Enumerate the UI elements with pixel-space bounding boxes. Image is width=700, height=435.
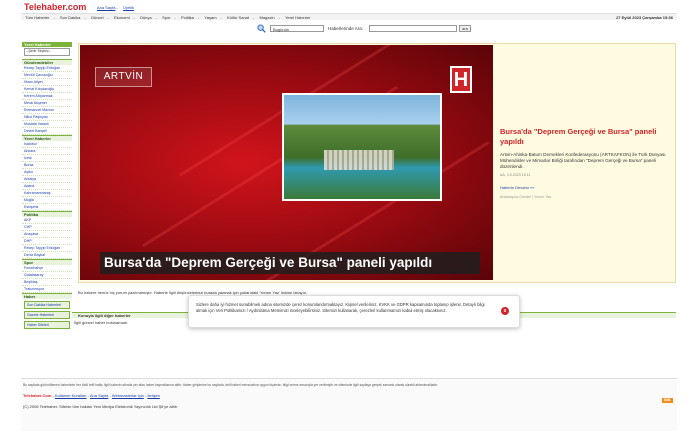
sidebar: Yerel Haberler --Şehir Seçiniz-- Gündemd… [22,42,72,329]
sidebar-item[interactable]: Recep Tayyip Erdoğan [22,65,72,72]
search-icon [257,24,266,33]
feature-image[interactable]: ARTVİN H Bursa'da "Deprem Gerçeği ve Bur… [80,45,493,280]
search-button[interactable]: ara [459,25,471,32]
sidebar-item[interactable]: Emmanuel Macron [22,107,72,114]
feature-caption: Bursa'da "Deprem Gerçeği ve Bursa" panel… [100,252,480,274]
top-links: Ana Sayfa - Üyelik [97,5,134,10]
search-input[interactable] [369,25,457,32]
sidebar-item[interactable]: Kemal Kılıçdaroğlu [22,86,72,93]
feature-title[interactable]: Bursa'da "Deprem Gerçeği ve Bursa" panel… [500,127,672,147]
sidebar-item[interactable]: Adana [22,183,72,190]
read-more-link[interactable]: Haberin Devamı »» [500,185,672,190]
sidebar-item[interactable]: Muğla [22,197,72,204]
sidebar-item[interactable]: İstanbul [22,141,72,148]
sidebar-item[interactable]: Deniz Baykal [22,252,72,259]
sidebar-item[interactable]: Nikol Paşinyan [22,114,72,121]
cookie-text: Sizlere daha iyi hizmet sunabilmek adına… [196,302,485,313]
city-tag: ARTVİN [95,67,152,87]
site-logo[interactable]: Telehaber.com [24,2,86,12]
cookie-popup: Sizlere daha iyi hizmet sunabilmek adına… [188,295,520,328]
sidebar-item[interactable]: Kerem Altıparmak [22,93,72,100]
search-scope-select[interactable]: Bugünün [270,25,324,32]
breaking-news-button[interactable]: Son Dakika Haberleri [24,301,70,309]
footer-link-brand[interactable]: Telehaber.Com [23,393,51,398]
sidebar-item[interactable]: Antalya [22,176,72,183]
sidebar-item[interactable]: İzmir [22,155,72,162]
sidebar-item[interactable]: Mevlüt Çavuşoğlu [22,72,72,79]
top-link-membership[interactable]: Üyelik [123,5,134,10]
feature-info: Bursa'da "Deprem Gerçeği ve Bursa" panel… [500,127,672,199]
sidebar-section-news: Haber [22,293,72,299]
feature-meta: AA, 3.5.2023 15:11 [500,173,531,177]
sidebar-item[interactable]: CHP [22,224,72,231]
sidebar-item[interactable]: Bursa [22,162,72,169]
sidebar-item[interactable]: Anayasa [22,231,72,238]
close-icon[interactable]: x [501,307,509,315]
sidebar-item[interactable]: Beşiktaş [22,279,72,286]
footer: Bu sayfada görüntülenen haberlerin her t… [21,378,677,431]
newspaper-news-button[interactable]: Gazete Haberleri [24,311,70,319]
sidebar-item[interactable]: Recep Tayyip Erdoğan [22,245,72,252]
sidebar-item[interactable]: Trabzonspor [22,286,72,293]
brand-logo-icon: H [450,66,472,93]
sidebar-item[interactable]: DHP [22,238,72,245]
footer-link-contact[interactable]: İletişim [147,393,159,398]
sidebar-item[interactable]: Kahramanmaraş [22,190,72,197]
landscape-photo [282,93,442,201]
footer-links: Telehaber.Com - Kullanım Kuralları - Ana… [23,393,160,398]
sidebar-item[interactable]: Devlet Bahçeli [22,128,72,135]
sidebar-item[interactable]: Galatasaray [22,272,72,279]
sidebar-item[interactable]: Meral Akşener [22,100,72,107]
top-link-home[interactable]: Ana Sayfa [97,5,115,10]
footer-link-home[interactable]: Ana Sayfa [90,393,108,398]
sidebar-item[interactable]: Ankara [22,148,72,155]
top-bar: Telehaber.com Ana Sayfa - Üyelik [0,0,700,13]
sidebar-head: Yerel Haberler [22,42,72,47]
footer-copyright: (C) 2006 Telehaber. Sitenin tüm hakları … [23,404,178,409]
sidebar-item[interactable]: Mustafa Varank [22,121,72,128]
search-label: Haberlerinde Ara: [328,26,364,31]
share-links[interactable]: Arkadaşına Gönder | Yorum Yaz [500,195,672,199]
city-select[interactable]: --Şehir Seçiniz-- [24,48,70,56]
sidebar-item[interactable]: Eskişehir [22,204,72,211]
sidebar-item[interactable]: AKP [22,217,72,224]
footer-disclaimer: Bu sayfada görüntülenen haberlerin her t… [23,383,439,387]
sidebar-item[interactable]: İlham Aliyev [22,79,72,86]
feature-summary: Artvin-Ahiska-Batum Dernekleri Konfedera… [500,152,666,169]
sidebar-item[interactable]: Fenerbahçe [22,265,72,272]
xml-feed-icon[interactable]: XML [662,398,673,403]
related-news-empty: İlgili güncel haber bulunamadı. [74,320,129,325]
news-sites-button[interactable]: Haber Siteleri [24,321,70,329]
footer-link-webmasters[interactable]: Webmasterlar için [112,393,144,398]
sidebar-item[interactable]: Aydın [22,169,72,176]
search-bar: Bugünün Haberlerinde Ara: ara [21,20,677,36]
footer-link-terms[interactable]: Kullanım Kuralları [55,393,87,398]
